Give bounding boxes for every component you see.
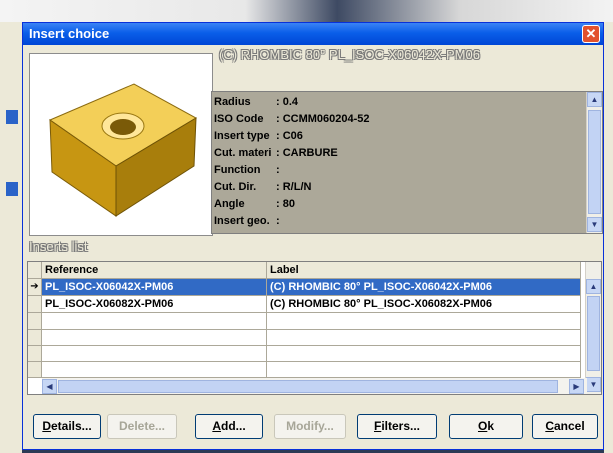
table-cell-reference[interactable]: PL_ISOC-X06082X-PM06 [42, 296, 267, 313]
scroll-left-icon[interactable]: ◀ [42, 379, 57, 394]
properties-scrollbar[interactable]: ▲ ▼ [586, 92, 602, 233]
scroll-thumb[interactable] [588, 110, 601, 214]
table-cell-label[interactable]: (C) RHOMBIC 80° PL_ISOC-X06082X-PM06 [267, 296, 581, 313]
ok-button[interactable]: Ok [449, 414, 523, 439]
property-row: Function: [214, 164, 280, 176]
scroll-up-icon[interactable]: ▲ [587, 92, 602, 107]
table-cell-empty [42, 346, 267, 362]
scroll-up-icon[interactable]: ▲ [586, 279, 601, 294]
modify-button[interactable]: Modify... [274, 414, 346, 439]
insert-choice-dialog: Insert choice ✕ (C) RHOMBIC 80° PL_ISOC-… [22, 22, 604, 450]
delete-button[interactable]: Delete... [107, 414, 177, 439]
property-row: Angle: 80 [214, 198, 295, 210]
table-cell-empty [267, 346, 581, 362]
close-icon[interactable]: ✕ [582, 25, 600, 43]
row-indicator [28, 362, 42, 378]
table-cell-label[interactable]: (C) RHOMBIC 80° PL_ISOC-X06042X-PM06 [267, 279, 581, 296]
insert-3d-icon [48, 83, 198, 217]
property-row: Insert geo.: [214, 215, 280, 227]
cancel-button[interactable]: Cancel [532, 414, 598, 439]
table-horizontal-scrollbar[interactable]: ◀ ▶ [42, 378, 587, 394]
scroll-down-icon[interactable]: ▼ [586, 377, 601, 392]
property-row: ISO Code: CCMM060204-52 [214, 113, 370, 125]
background-window-top [0, 0, 613, 22]
table-cell-empty [267, 313, 581, 330]
property-row: Cut. materi: CARBURE [214, 147, 338, 159]
column-header-reference[interactable]: Reference [42, 262, 267, 279]
scroll-thumb[interactable] [58, 380, 558, 393]
table-cell-empty [42, 313, 267, 330]
column-header-label[interactable]: Label [267, 262, 581, 279]
row-indicator [28, 330, 42, 346]
background-window-left [0, 22, 22, 453]
row-indicator [28, 346, 42, 362]
filters-button[interactable]: Filters... [357, 414, 437, 439]
insert-description: (C) RHOMBIC 80° PL_ISOC-X06042X-PM06 [219, 47, 480, 62]
table-cell-empty [267, 330, 581, 346]
table-cell-reference[interactable]: PL_ISOC-X06042X-PM06 [42, 279, 267, 296]
details-button[interactable]: Details... [33, 414, 101, 439]
background-toolbar-icon [6, 182, 18, 196]
row-indicator [28, 313, 42, 330]
insert-preview [29, 53, 213, 236]
properties-panel: Radius: 0.4 ISO Code: CCMM060204-52 Inse… [211, 91, 603, 234]
property-row: Radius: 0.4 [214, 96, 299, 108]
row-indicator-arrow-icon: ➔ [28, 279, 42, 296]
dialog-title: Insert choice [29, 26, 110, 41]
inserts-list-label: Inserts list [29, 239, 88, 254]
background-window-right [604, 22, 613, 453]
title-bar[interactable]: Insert choice ✕ [23, 23, 603, 45]
background-toolbar-icon [6, 110, 18, 124]
add-button[interactable]: Add... [195, 414, 263, 439]
row-indicator[interactable] [28, 296, 42, 313]
table-cell-empty [42, 362, 267, 378]
property-row: Cut. Dir.: R/L/N [214, 181, 312, 193]
header-corner [28, 262, 42, 279]
table-vertical-scrollbar[interactable]: ▲ ▼ [585, 262, 601, 394]
scroll-right-icon[interactable]: ▶ [569, 379, 584, 394]
inserts-table: Reference Label ➔ PL_ISOC-X06042X-PM06 (… [27, 261, 602, 395]
property-row: Insert type: C06 [214, 130, 303, 142]
table-cell-empty [267, 362, 581, 378]
scroll-down-icon[interactable]: ▼ [587, 217, 602, 232]
table-cell-empty [42, 330, 267, 346]
scroll-thumb[interactable] [587, 296, 600, 371]
